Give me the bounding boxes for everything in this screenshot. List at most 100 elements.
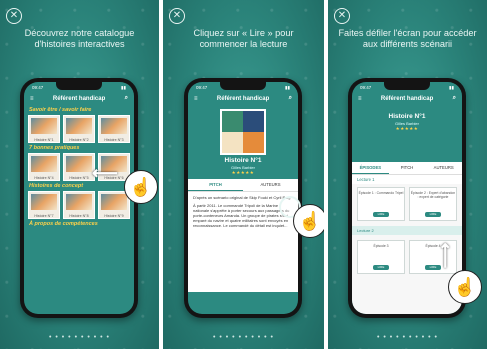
lecture-band: Lecture 2	[352, 226, 462, 235]
onboarding-panel-scroll: ✕ Faites défiler l'écran pour accéder au…	[328, 0, 487, 349]
panel-caption: Faites défiler l'écran pour accéder aux …	[338, 28, 477, 49]
tab-pitch[interactable]: PITCH	[389, 162, 426, 174]
search-icon[interactable]: ⌕	[453, 95, 456, 102]
app-title: Référent handicap	[52, 95, 106, 102]
phone-screen: 09:47 ▮▮ ≡ Référent handicap ⌕ Savoir êt…	[24, 82, 134, 314]
episode-title: Épisode 2 : Expert d'abandon : expert de…	[410, 191, 456, 199]
story-cover-art	[66, 194, 92, 210]
app-title: Référent handicap	[216, 95, 270, 102]
story-tile-row: Histoire N°1 Histoire N°2 Histoire N°3	[24, 115, 134, 143]
episode-title: Épisode 1 : Commando Tripel	[358, 191, 404, 195]
tab-episodes[interactable]: ÉPISODES	[352, 162, 389, 174]
onboarding-stage: ✕ Découvrez notre catalogue d'histoires …	[0, 0, 487, 349]
pagination-dots: • • • • • • • • • •	[328, 334, 487, 341]
pointing-hand-icon: ☝	[448, 270, 482, 304]
pointing-hand-icon: ☝	[293, 204, 324, 238]
episode-row: Épisode 1 : Commando Tripel LIRE Épisode…	[352, 184, 462, 224]
panel-caption: Découvrez notre catalogue d'histoires in…	[24, 28, 135, 49]
story-tile-label: Histoire N°8	[69, 214, 89, 218]
close-icon[interactable]: ✕	[334, 8, 350, 24]
rating-stars: ★★★★★	[395, 126, 419, 131]
story-tile[interactable]: Histoire N°2	[63, 115, 95, 143]
phone-notch	[220, 82, 266, 90]
close-icon[interactable]: ✕	[169, 8, 185, 24]
app-bar: ≡ Référent handicap ⌕	[188, 92, 298, 105]
story-tile-label: Histoire N°1	[34, 138, 54, 142]
story-tile[interactable]: Histoire N°1	[28, 115, 60, 143]
story-tabs: PITCH AUTEURS	[188, 179, 298, 192]
story-tile[interactable]: Histoire N°7	[28, 191, 60, 219]
read-button[interactable]: LIRE	[425, 212, 441, 217]
story-cover-art	[101, 118, 127, 134]
story-tabs: ÉPISODES PITCH AUTEURS	[352, 162, 462, 175]
pagination-dots-text: • • • • • • • • • •	[212, 334, 274, 341]
tab-auteurs[interactable]: AUTEURS	[425, 162, 462, 174]
status-time: 09:47	[360, 85, 372, 90]
swipe-left-arrow-icon: ⟵	[92, 163, 118, 183]
story-cover-art	[31, 194, 57, 210]
section-title: Savoir être / savoir faire	[29, 107, 92, 113]
swipe-up-arrow-icon: ⟵	[435, 242, 456, 269]
story-cover	[220, 109, 266, 155]
story-tile[interactable]: Histoire N°8	[63, 191, 95, 219]
pagination-dots: • • • • • • • • • •	[163, 334, 324, 341]
story-cover-art	[101, 194, 127, 210]
search-icon[interactable]: ⌕	[289, 95, 292, 102]
pointing-hand-icon: ☝	[124, 170, 158, 204]
pitch-paragraph: À partir 2011. Le commandé Tripoli de la…	[193, 203, 290, 228]
onboarding-panel-catalog: ✕ Découvrez notre catalogue d'histoires …	[0, 0, 159, 349]
battery-icon: ▮▮	[285, 85, 290, 90]
app-title: Référent handicap	[380, 95, 434, 102]
read-button[interactable]: LIRE	[373, 212, 389, 217]
episode-card[interactable]: Épisode 2 : Expert d'abandon : expert de…	[409, 187, 457, 221]
episode-card[interactable]: Épisode 1 : Commando Tripel LIRE	[357, 187, 405, 221]
story-tile-label: Histoire N°3	[104, 138, 124, 142]
pagination-dots-text: • • • • • • • • • •	[48, 334, 110, 341]
story-title: Histoire N°1	[388, 113, 426, 120]
episodes-body: ÉPISODES PITCH AUTEURS Lecture 1 Épisode…	[352, 162, 462, 314]
app-bar: ≡ Référent handicap ⌕	[352, 92, 462, 105]
story-tile[interactable]: Histoire N°3	[98, 115, 130, 143]
status-time: 09:47	[32, 85, 44, 90]
status-time: 09:47	[196, 85, 208, 90]
panel-caption: Cliquez sur « Lire » pour commencer la l…	[193, 28, 294, 49]
section-title: 7 bonnes pratiques	[29, 145, 80, 151]
episode-card[interactable]: Épisode 3 LIRE	[357, 240, 405, 274]
phone-screen: 09:47 ▮▮ ≡ Référent handicap ⌕ Histoire …	[352, 82, 462, 314]
battery-icon: ▮▮	[449, 85, 454, 90]
story-tile[interactable]: Histoire N°4	[28, 153, 60, 181]
story-tile-label: Histoire N°5	[69, 176, 89, 180]
phone-notch	[56, 82, 102, 90]
story-cover-art	[31, 156, 57, 172]
story-cover-art	[31, 118, 57, 134]
story-tile-label: Histoire N°4	[34, 176, 54, 180]
app-bar: ≡ Référent handicap ⌕	[24, 92, 134, 105]
rating-stars: ★★★★★	[231, 170, 255, 175]
story-tile-label: Histoire N°9	[104, 214, 124, 218]
onboarding-panel-read: ✕ Cliquez sur « Lire » pour commencer la…	[163, 0, 324, 349]
pitch-paragraph: D'après un scénario original de Skip Fou…	[193, 195, 291, 200]
lecture-label: Lecture 1	[352, 175, 462, 184]
menu-icon[interactable]: ≡	[358, 96, 362, 102]
pagination-dots-text: • • • • • • • • • •	[376, 334, 438, 341]
pagination-dots: • • • • • • • • • •	[0, 334, 159, 341]
story-tile-row: Histoire N°7 Histoire N°8 Histoire N°9	[24, 191, 134, 219]
tab-auteurs[interactable]: AUTEURS	[243, 179, 298, 191]
menu-icon[interactable]: ≡	[194, 96, 198, 102]
section-title: À propos de compétences	[29, 221, 98, 227]
battery-icon: ▮▮	[121, 85, 126, 90]
story-tile-label: Histoire N°7	[34, 214, 54, 218]
tab-pitch[interactable]: PITCH	[188, 179, 243, 191]
read-button[interactable]: LIRE	[373, 265, 389, 270]
story-tile[interactable]: Histoire N°5	[63, 153, 95, 181]
search-icon[interactable]: ⌕	[125, 95, 128, 102]
story-cover-art	[66, 156, 92, 172]
close-icon[interactable]: ✕	[6, 8, 22, 24]
story-tile-label: Histoire N°2	[69, 138, 89, 142]
story-cover-art	[66, 118, 92, 134]
episode-title: Épisode 3	[373, 244, 389, 248]
phone-notch	[384, 82, 430, 90]
story-title: Histoire N°1	[224, 157, 262, 164]
phone-mockup: 09:47 ▮▮ ≡ Référent handicap ⌕ Savoir êt…	[20, 78, 138, 318]
menu-icon[interactable]: ≡	[30, 96, 34, 102]
